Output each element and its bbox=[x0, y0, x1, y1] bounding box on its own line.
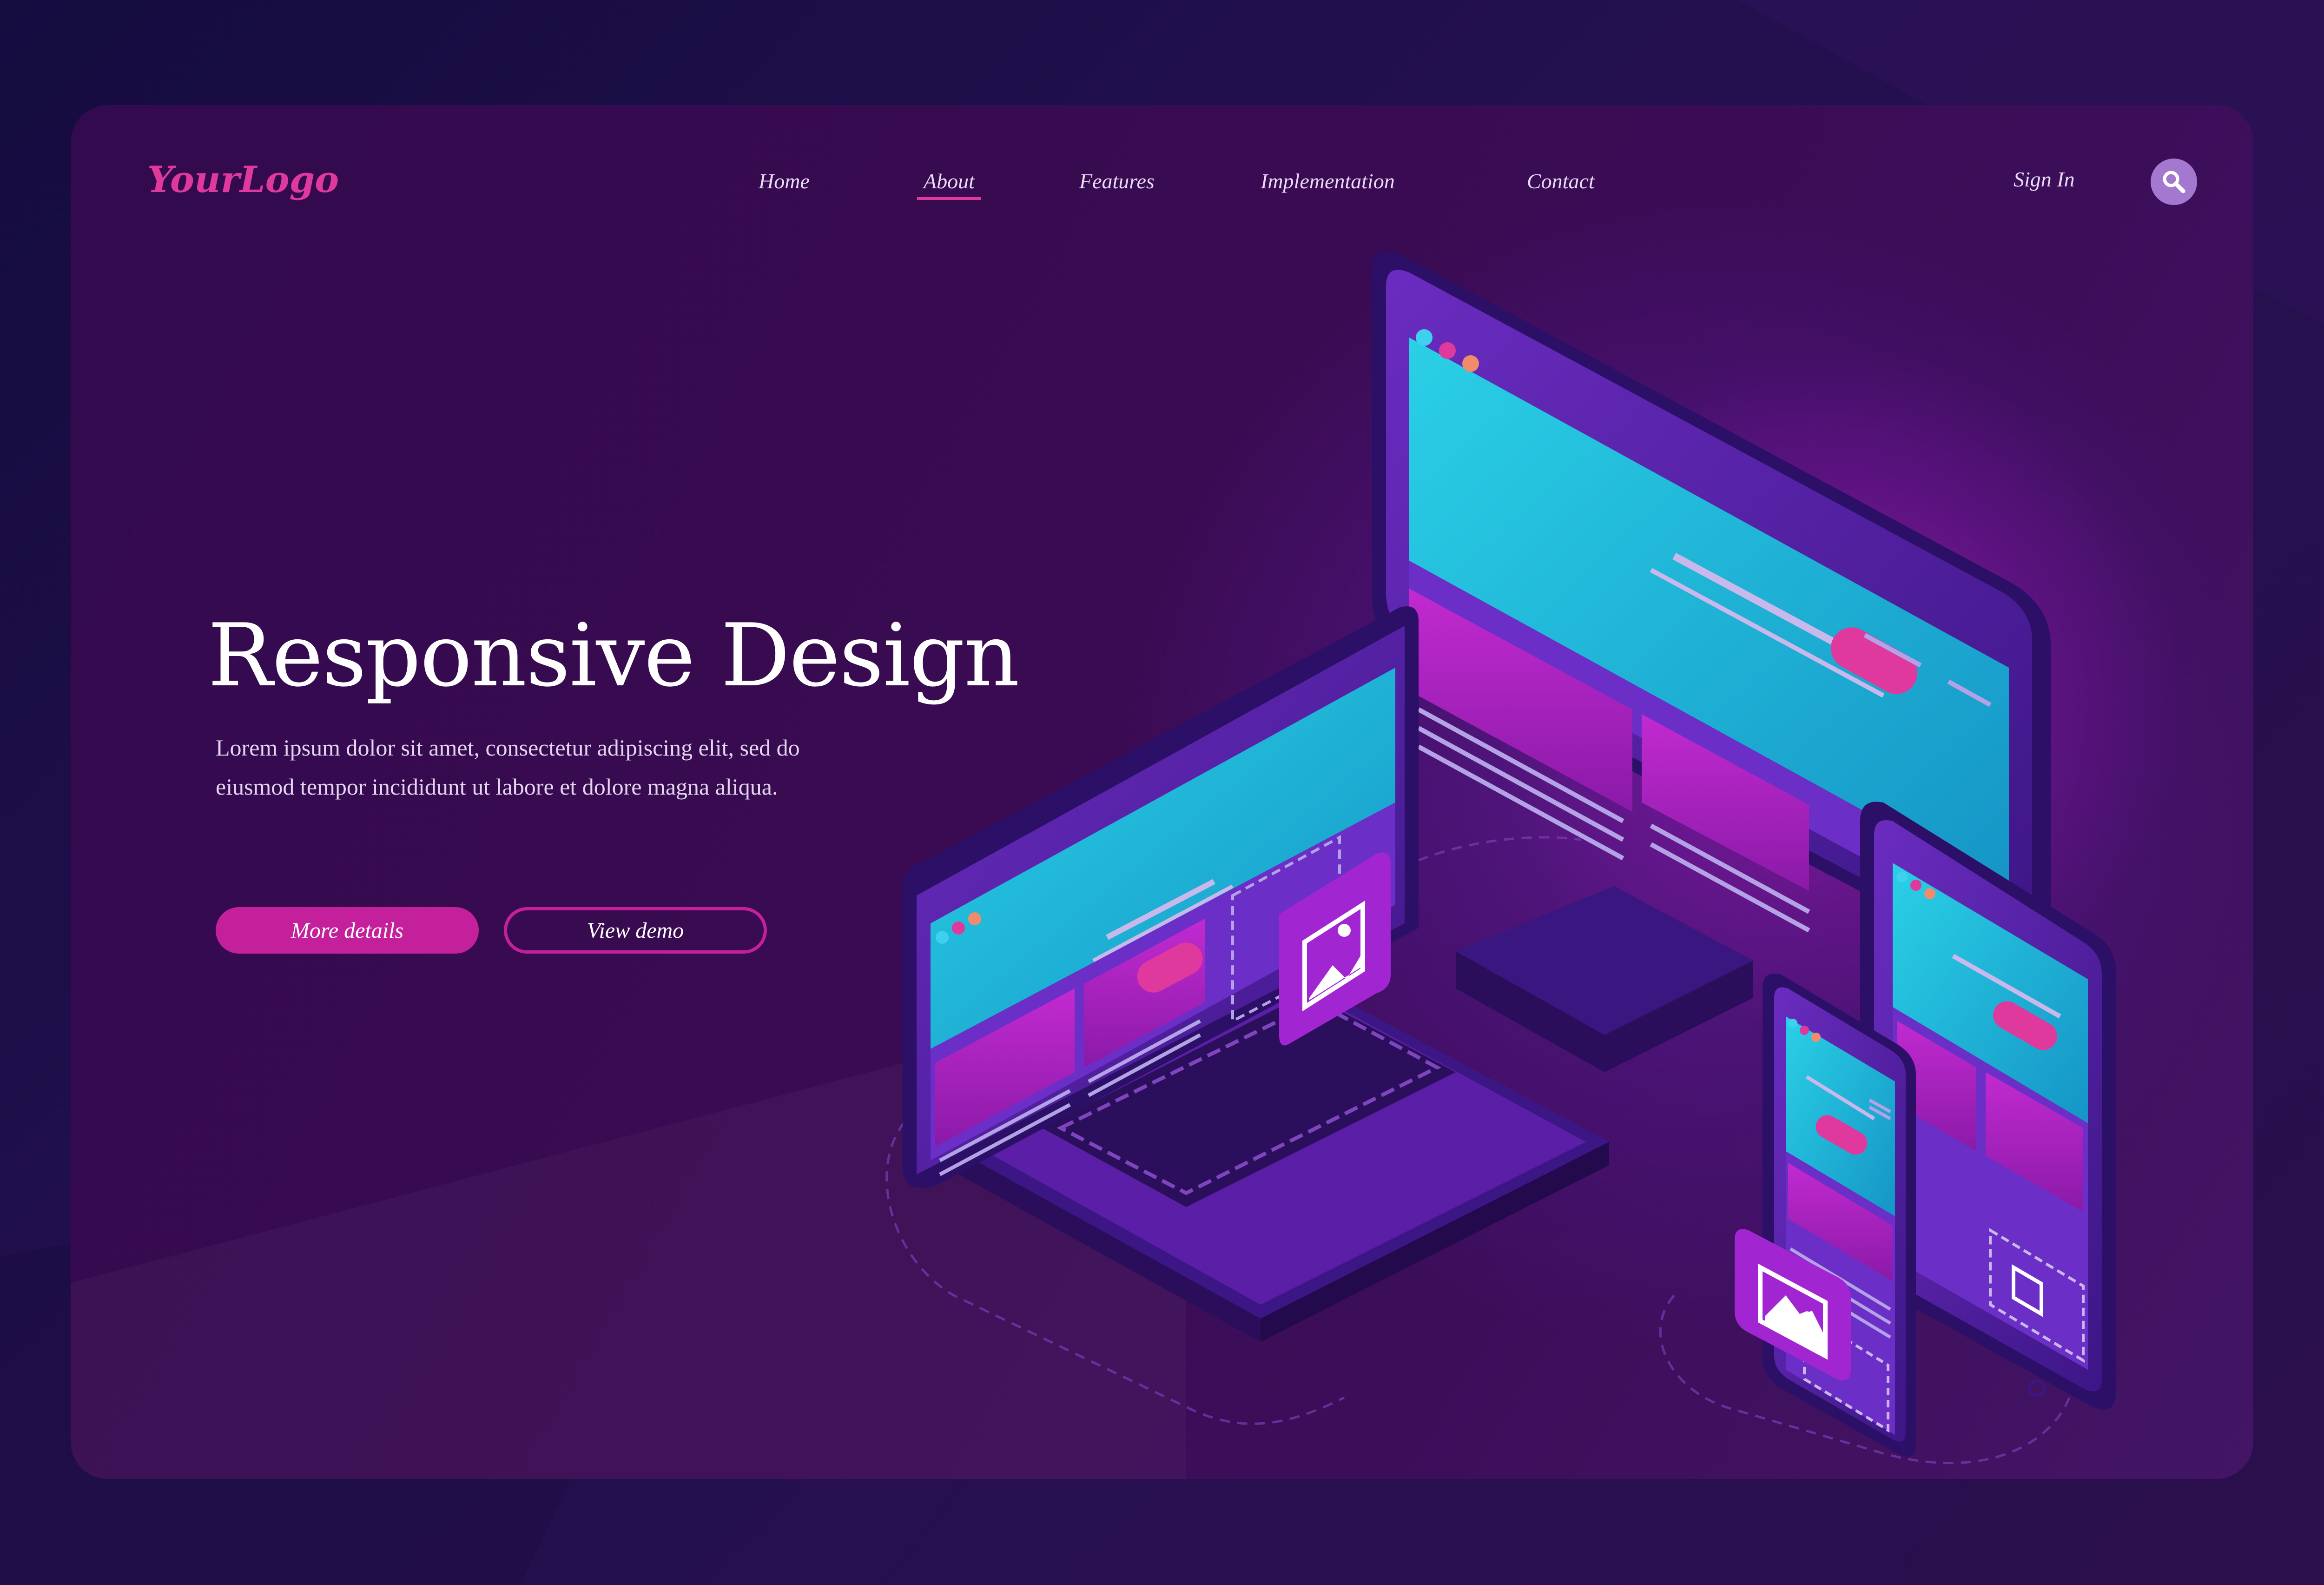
landing-card: YourLogo Home About Features Implementat… bbox=[71, 105, 2253, 1479]
devices-illustration bbox=[885, 252, 2116, 1465]
smartphone bbox=[1763, 974, 1916, 1457]
